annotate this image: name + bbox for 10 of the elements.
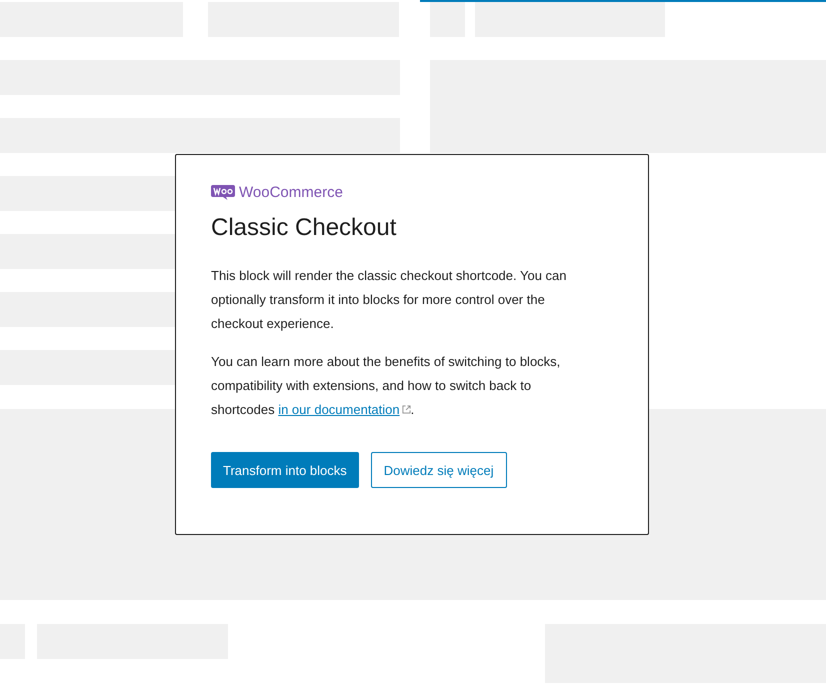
learn-more-button[interactable]: Dowiedz się więcej <box>370 452 507 488</box>
transform-button[interactable]: Transform into blocks <box>211 452 359 488</box>
external-link-icon <box>402 405 411 414</box>
woo-logo-icon <box>211 185 235 200</box>
documentation-link[interactable]: in our documentation <box>278 402 411 417</box>
placeholder-block <box>430 2 465 37</box>
description-text: This block will render the classic checkout shortcode. You can optionally transform it into blocks for more control over the checkout experience. <box>211 267 568 333</box>
description-text: You can learn more about the benefits of switching to blocks, compatibility with extensions, and how to switch back to shortcodes in our documentation . <box>211 353 562 419</box>
brand-name: WooCommerce <box>239 184 343 201</box>
dialog-title: Classic Checkout <box>211 214 398 242</box>
